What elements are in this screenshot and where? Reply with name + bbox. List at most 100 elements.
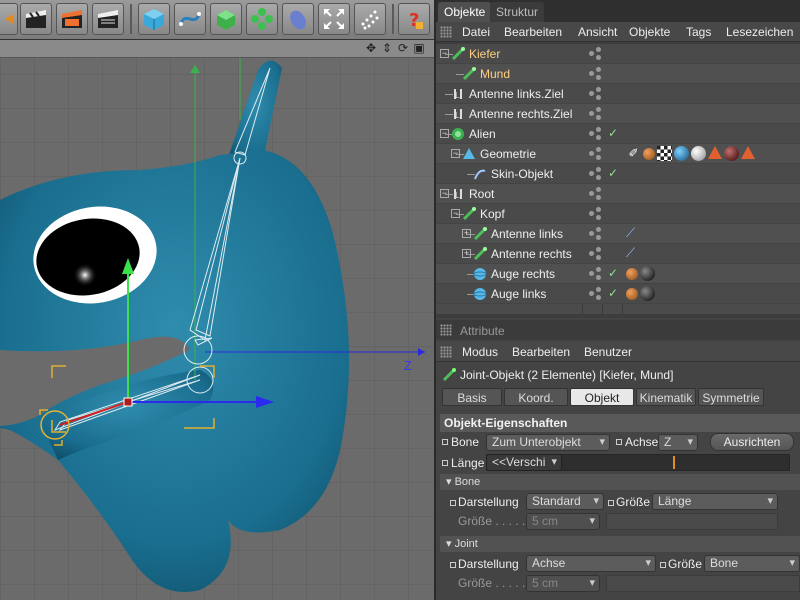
- collapse-icon[interactable]: −: [440, 129, 449, 138]
- object-row[interactable]: L Antenne links.Ziel: [436, 84, 800, 104]
- 3d-viewport[interactable]: Z ✥ ⇕ ⟳ ▣: [0, 40, 434, 600]
- joint-darstellung-checkbox[interactable]: [450, 562, 456, 568]
- menu-lesezeichen[interactable]: Lesezeichen: [726, 25, 793, 39]
- tab-struktur[interactable]: Struktur: [490, 2, 545, 22]
- object-row[interactable]: Auge rechts ✓: [436, 264, 800, 284]
- object-row[interactable]: + Antenne links ⟋: [436, 224, 800, 244]
- menu-objekte[interactable]: Objekte: [629, 25, 670, 39]
- sphere-black-tag-icon[interactable]: [640, 286, 655, 301]
- object-name[interactable]: Antenne rechts: [491, 247, 572, 261]
- object-name[interactable]: Kiefer: [469, 47, 500, 61]
- visibility-dots[interactable]: [589, 87, 601, 101]
- render-view-icon[interactable]: [20, 3, 52, 35]
- object-row[interactable]: − Kiefer: [436, 44, 800, 64]
- visibility-dots[interactable]: [589, 227, 601, 241]
- collapse-icon[interactable]: −: [451, 209, 460, 218]
- achse-dropdown[interactable]: Z: [658, 434, 698, 451]
- object-row[interactable]: L Antenne rechts.Ziel: [436, 104, 800, 124]
- visibility-dots[interactable]: [589, 167, 601, 181]
- object-name[interactable]: Kopf: [480, 207, 505, 221]
- sphere-dark-tag-icon[interactable]: [724, 146, 739, 161]
- visibility-dots[interactable]: [589, 147, 601, 161]
- help-icon[interactable]: ?: [398, 3, 430, 35]
- collapse-icon[interactable]: −: [440, 49, 449, 58]
- menu-bearbeiten[interactable]: Bearbeiten: [504, 25, 562, 39]
- move-view-icon[interactable]: ✥: [364, 41, 378, 55]
- joint-groesse-dropdown[interactable]: Bone: [704, 555, 800, 572]
- tab-basis[interactable]: Basis: [442, 388, 502, 406]
- object-name[interactable]: Geometrie: [480, 147, 536, 161]
- object-row[interactable]: − Alien ✓: [436, 124, 800, 144]
- menu-benutzer[interactable]: Benutzer: [584, 345, 632, 359]
- cube-primitive-icon[interactable]: [138, 3, 170, 35]
- bone-darstellung-checkbox[interactable]: [450, 500, 456, 506]
- texture-tag-icon[interactable]: [643, 148, 655, 160]
- object-row[interactable]: − Kopf: [436, 204, 800, 224]
- tab-objekte[interactable]: Objekte: [438, 2, 492, 22]
- move-tool-icon[interactable]: [0, 3, 18, 35]
- achse-animate-checkbox[interactable]: [616, 439, 622, 445]
- enabled-check-icon[interactable]: ✓: [608, 166, 618, 180]
- visibility-dots[interactable]: [589, 267, 601, 281]
- grip-icon[interactable]: [440, 346, 452, 358]
- scene-icon[interactable]: [318, 3, 350, 35]
- sphere-white-tag-icon[interactable]: [691, 146, 706, 161]
- visibility-dots[interactable]: [589, 207, 601, 221]
- grip-icon[interactable]: [440, 324, 452, 336]
- object-row[interactable]: Mund: [436, 64, 800, 84]
- enabled-check-icon[interactable]: ✓: [608, 126, 618, 140]
- enabled-check-icon[interactable]: ✓: [608, 286, 618, 300]
- object-row[interactable]: − L Root: [436, 184, 800, 204]
- deformer-icon[interactable]: [282, 3, 314, 35]
- spline-icon[interactable]: [174, 3, 206, 35]
- bone-animate-checkbox[interactable]: [442, 439, 448, 445]
- menu-tags[interactable]: Tags: [686, 25, 711, 39]
- rotate-view-icon[interactable]: ⟳: [396, 41, 410, 55]
- ik-tag-icon[interactable]: ⟋: [626, 226, 641, 241]
- visibility-dots[interactable]: [589, 47, 601, 61]
- sphere-blue-tag-icon[interactable]: [674, 146, 689, 161]
- collapse-icon[interactable]: −: [451, 149, 460, 158]
- object-name[interactable]: Antenne rechts.Ziel: [469, 107, 572, 121]
- texture-tag-icon[interactable]: [626, 288, 638, 300]
- phong-tag-icon[interactable]: ✐: [626, 146, 641, 161]
- maximize-view-icon[interactable]: ▣: [412, 41, 426, 55]
- visibility-dots[interactable]: [589, 127, 601, 141]
- object-name[interactable]: Skin-Objekt: [491, 167, 553, 181]
- tab-kinematik[interactable]: Kinematik: [636, 388, 696, 406]
- bone-groesse-checkbox[interactable]: [608, 500, 614, 506]
- tab-symmetrie[interactable]: Symmetrie: [698, 388, 764, 406]
- object-name[interactable]: Mund: [480, 67, 510, 81]
- menu-modus[interactable]: Modus: [462, 345, 498, 359]
- render-picture-viewer-icon[interactable]: [56, 3, 88, 35]
- array-icon[interactable]: [246, 3, 278, 35]
- object-row[interactable]: + Antenne rechts ⟋: [436, 244, 800, 264]
- menu-datei[interactable]: Datei: [462, 25, 490, 39]
- texture-tag-icon[interactable]: [626, 268, 638, 280]
- object-name[interactable]: Alien: [469, 127, 496, 141]
- menu-bearbeiten[interactable]: Bearbeiten: [512, 345, 570, 359]
- joint-groesse-checkbox[interactable]: [660, 562, 666, 568]
- visibility-dots[interactable]: [589, 187, 601, 201]
- particles-icon[interactable]: [354, 3, 386, 35]
- visibility-dots[interactable]: [589, 287, 601, 301]
- expand-icon[interactable]: +: [462, 249, 471, 258]
- ausrichten-button[interactable]: Ausrichten: [710, 433, 794, 451]
- visibility-dots[interactable]: [589, 67, 601, 81]
- bone-groesse-dropdown[interactable]: Länge: [652, 493, 778, 510]
- tab-objekt[interactable]: Objekt: [570, 388, 634, 406]
- joint-darstellung-dropdown[interactable]: Achse: [526, 555, 656, 572]
- sphere-black-tag-icon[interactable]: [640, 266, 655, 281]
- nurbs-icon[interactable]: [210, 3, 242, 35]
- expand-icon[interactable]: +: [462, 229, 471, 238]
- grip-icon[interactable]: [440, 26, 452, 38]
- object-row[interactable]: Auge links ✓: [436, 284, 800, 304]
- object-row[interactable]: − Geometrie ✐: [436, 144, 800, 164]
- cone-orange-tag-icon[interactable]: [741, 146, 755, 159]
- checker-tag-icon[interactable]: [657, 146, 672, 161]
- laenge-animate-checkbox[interactable]: [442, 460, 448, 466]
- cone-orange-tag-icon[interactable]: [708, 146, 722, 159]
- visibility-dots[interactable]: [589, 107, 601, 121]
- visibility-dots[interactable]: [589, 247, 601, 261]
- object-name[interactable]: Auge links: [491, 287, 546, 301]
